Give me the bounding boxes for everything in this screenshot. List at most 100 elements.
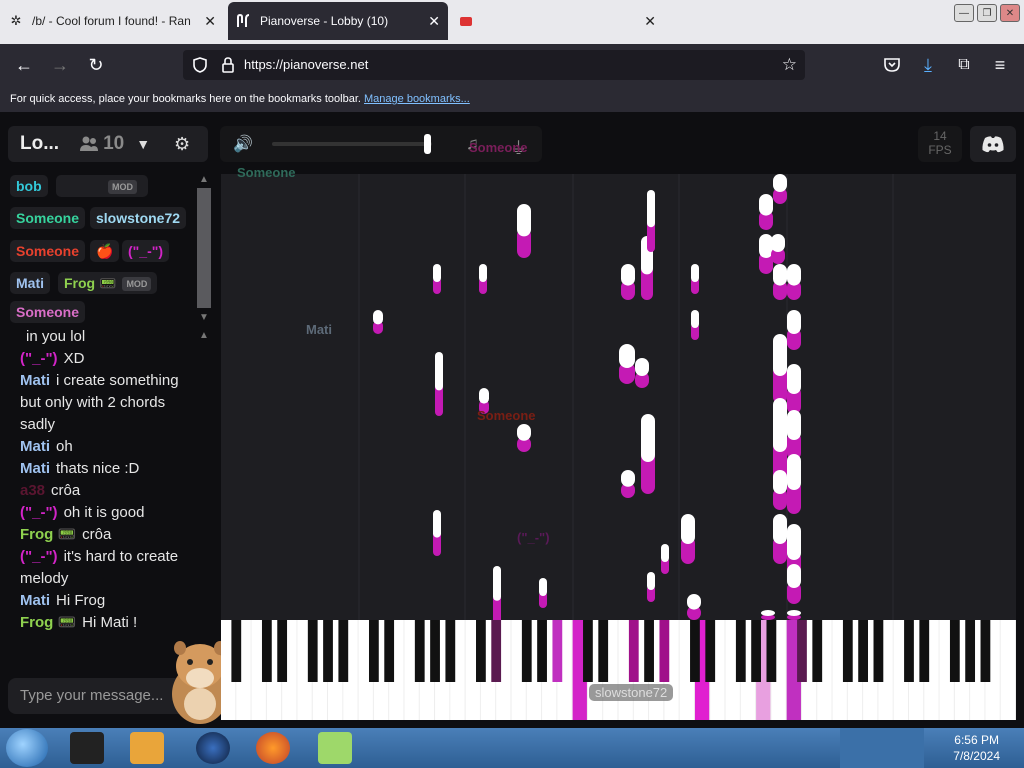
terminal-app-icon[interactable] [70,732,104,764]
user-badge[interactable]: ("_-") [122,240,170,262]
black-key[interactable] [307,620,318,682]
bookmark-star-icon[interactable]: ☆ [782,55,797,75]
start-button-icon[interactable] [6,729,48,767]
user-badge[interactable]: Someone [10,207,86,229]
fps-label: FPS [928,143,952,157]
user-list-scrollbar[interactable]: ▲ ▼ [197,174,211,324]
black-key[interactable] [904,620,914,682]
black-key[interactable] [659,620,670,682]
fps-value: 14 [933,129,947,143]
settings-gear-icon[interactable]: ⚙ [174,134,190,155]
black-key[interactable] [949,620,960,682]
black-key[interactable] [751,620,761,682]
forward-icon[interactable]: → [48,53,72,77]
black-key[interactable] [965,620,976,682]
user-badge[interactable]: slowstone72 [90,207,187,229]
firefox-icon[interactable] [256,732,290,764]
black-key[interactable] [338,620,349,682]
user-badge[interactable]: Frog 📟 MOD [58,272,158,294]
forum-favicon-icon: ✲ [10,13,22,28]
note-bar [787,364,801,394]
discord-button[interactable] [970,126,1016,162]
white-key[interactable] [1000,620,1015,720]
scroll-up-icon[interactable]: ▲ [197,174,211,186]
volume-slider[interactable] [272,142,432,146]
user-badge[interactable]: 🍎 [90,240,120,262]
chat-text: thats nice :D [56,460,140,477]
back-icon[interactable]: ← [12,53,36,77]
shield-icon[interactable] [191,56,209,74]
note-bar [787,264,801,286]
chevron-down-icon[interactable]: ▼ [136,136,150,152]
pianoverse-app: Lo... 10 ▼ ⚙ 🔊 ♫ ⏚ 14 FPS bob MOD Someon… [0,112,1024,728]
black-key[interactable] [521,620,532,682]
chat-message: Mati Hi Frog [20,590,200,612]
black-key[interactable] [858,620,869,682]
lock-icon[interactable] [219,56,237,74]
black-key[interactable] [537,620,547,682]
close-tab-icon[interactable]: ✕ [204,13,216,30]
black-key[interactable] [628,620,639,682]
tab-third[interactable]: ✕ [450,2,670,40]
black-key[interactable] [323,620,333,682]
black-key[interactable] [644,620,654,682]
menu-icon[interactable]: ≡ [988,53,1012,77]
restore-icon[interactable]: ❐ [977,4,997,22]
chat-log: in you lol ("_-") XD Mati i create somethi… [20,326,200,658]
black-key[interactable] [552,620,563,682]
black-key[interactable] [812,620,823,682]
piano-keyboard[interactable]: slowstone72 [221,620,1016,720]
black-key[interactable] [873,620,884,682]
black-key[interactable] [980,620,991,682]
media-player-icon[interactable] [130,732,164,764]
manage-bookmarks-link[interactable]: Manage bookmarks... [364,93,470,105]
black-key[interactable] [735,620,746,682]
black-key[interactable] [277,620,288,682]
user-badge[interactable]: bob [10,175,48,197]
user-badge[interactable]: Someone [10,240,86,262]
volume-slider-handle[interactable] [424,134,431,154]
pocket-icon[interactable] [880,53,904,77]
black-key[interactable] [797,620,807,682]
minimize-icon[interactable]: — [954,4,974,22]
close-window-icon[interactable]: ✕ [1000,4,1020,22]
user-name: Someone [16,243,80,259]
black-key[interactable] [766,620,777,682]
black-key[interactable] [491,620,502,682]
black-key[interactable] [414,620,425,682]
address-bar[interactable]: https://pianoverse.net ☆ [183,50,805,80]
black-key[interactable] [598,620,609,682]
tab-pianoverse[interactable]: Pianoverse - Lobby (10) ✕ [228,2,448,40]
tab-cool-forum[interactable]: ✲ /b/ - Cool forum I found! - Ran ✕ [0,2,224,40]
user-badge[interactable]: MOD [56,175,148,197]
volume-icon[interactable]: 🔊 [233,134,253,154]
black-key[interactable] [583,620,593,682]
notes-app-icon[interactable] [318,732,352,764]
reload-icon[interactable]: ↻ [84,53,108,77]
black-key[interactable] [842,620,853,682]
downloads-icon[interactable]: ⤓ [916,53,940,77]
black-key[interactable] [705,620,716,682]
piano-keys[interactable] [221,620,1016,720]
close-tab-icon[interactable]: ✕ [644,13,656,30]
scroll-down-icon[interactable]: ▼ [197,312,211,324]
close-tab-icon[interactable]: ✕ [428,13,440,30]
note-bar [787,564,801,588]
black-key[interactable] [261,620,272,682]
black-key[interactable] [384,620,395,682]
os-taskbar: 6:56 PM 7/8/2024 [0,728,1024,768]
black-key[interactable] [368,620,379,682]
tab-label: /b/ - Cool forum I found! - Ran [32,14,191,28]
black-key[interactable] [445,620,456,682]
black-key[interactable] [919,620,930,682]
user-badge[interactable]: Mati [10,272,50,294]
scrollbar-thumb[interactable] [197,188,211,308]
black-key[interactable] [430,620,440,682]
clock[interactable]: 6:56 PM 7/8/2024 [953,732,1000,764]
black-key[interactable] [690,620,700,682]
globe-app-icon[interactable] [196,732,230,764]
black-key[interactable] [476,620,486,682]
extensions-icon[interactable]: ⧉ [952,53,976,77]
black-key[interactable] [231,620,242,682]
user-badge[interactable]: Someone [10,301,86,323]
